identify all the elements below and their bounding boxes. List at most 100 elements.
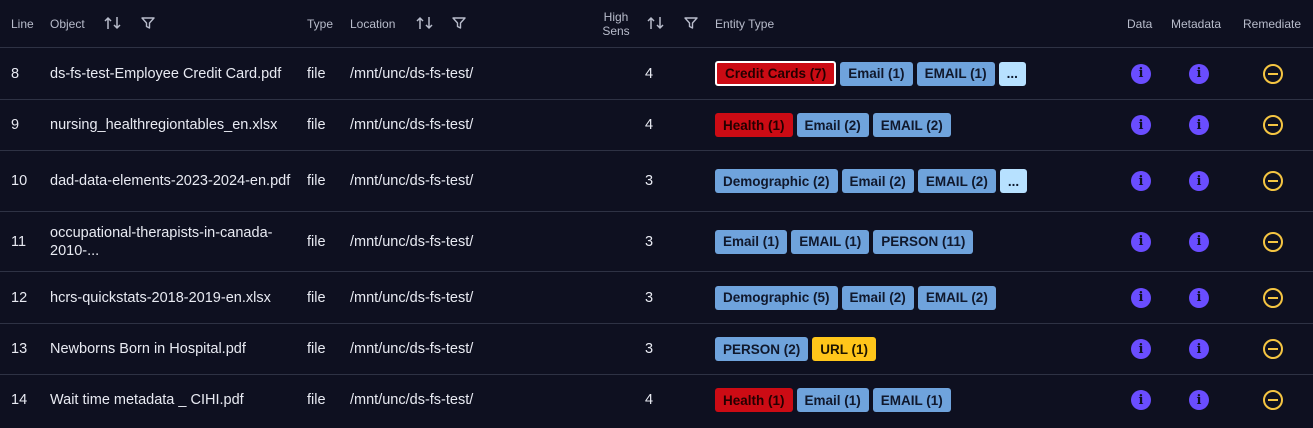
filter-icon[interactable]: [450, 14, 468, 32]
entity-badge[interactable]: Email (2): [796, 113, 869, 137]
row-line-number: 11: [11, 233, 27, 250]
row-type: file: [307, 392, 326, 408]
column-header-high-sens[interactable]: High Sens: [600, 0, 632, 47]
row-object-name[interactable]: Newborns Born in Hospital.pdf: [50, 324, 295, 374]
entity-badge[interactable]: EMAIL (2): [917, 285, 996, 310]
row-type: file: [307, 65, 326, 82]
entity-badge[interactable]: Credit Cards (7): [715, 61, 837, 86]
row-object-name[interactable]: occupational-therapists-in-canada-2010-.…: [50, 212, 295, 271]
row-high-sens: 3: [645, 341, 654, 357]
row-high-sens: 3: [645, 173, 654, 189]
metadata-info-icon[interactable]: i: [1189, 287, 1209, 308]
row-high-sens: 4: [645, 117, 654, 133]
entity-badge[interactable]: Email (2): [841, 169, 914, 193]
data-info-icon[interactable]: i: [1131, 63, 1151, 84]
column-header-type[interactable]: Type: [307, 0, 333, 47]
entity-badges: Email (1) EMAIL (1) PERSON (11): [715, 212, 974, 271]
table-row[interactable]: 9 nursing_healthregiontables_en.xlsx file /…: [0, 99, 1313, 150]
sort-icon[interactable]: [647, 14, 665, 32]
entity-badges: PERSON (2) URL (1): [715, 324, 877, 374]
entity-badge[interactable]: Email (1): [840, 61, 913, 86]
filter-icon[interactable]: [139, 14, 157, 32]
row-object-name[interactable]: dad-data-elements-2023-2024-en.pdf: [50, 151, 295, 211]
remediate-icon[interactable]: [1263, 115, 1283, 135]
entity-badge[interactable]: PERSON (2): [715, 337, 809, 361]
column-header-location[interactable]: Location: [350, 0, 395, 47]
more-entities-button[interactable]: ...: [999, 169, 1028, 193]
remediate-icon[interactable]: [1263, 231, 1283, 252]
table-row[interactable]: 12 hcrs-quickstats-2018-2019-en.xlsx file /…: [0, 271, 1313, 323]
metadata-info-icon[interactable]: i: [1189, 115, 1209, 135]
row-line-number: 10: [11, 173, 28, 189]
row-location: /mnt/unc/ds-fs-test/: [350, 173, 474, 189]
metadata-info-icon[interactable]: i: [1189, 339, 1209, 359]
entity-badge[interactable]: Health (1): [715, 113, 793, 137]
row-type: file: [307, 173, 326, 189]
row-location: /mnt/unc/ds-fs-test/: [350, 65, 474, 82]
data-info-icon[interactable]: i: [1131, 115, 1151, 135]
entity-badge[interactable]: EMAIL (1): [916, 61, 995, 86]
data-info-icon[interactable]: i: [1131, 171, 1151, 191]
table-row[interactable]: 10 dad-data-elements-2023-2024-en.pdf file…: [0, 150, 1313, 211]
table-row[interactable]: 8 ds-fs-test-Employee Credit Card.pdf file…: [0, 47, 1313, 99]
column-header-remediate[interactable]: Remediate: [1243, 0, 1301, 47]
filter-icon[interactable]: [682, 14, 700, 32]
high-sens-label-1: High: [603, 9, 629, 24]
metadata-info-icon[interactable]: i: [1189, 63, 1209, 84]
column-header-data[interactable]: Data: [1127, 0, 1152, 47]
row-high-sens: 4: [645, 392, 654, 408]
data-info-icon[interactable]: i: [1131, 287, 1151, 308]
data-info-icon[interactable]: i: [1131, 231, 1151, 252]
row-line-number: 13: [11, 341, 28, 357]
row-location: /mnt/unc/ds-fs-test/: [350, 117, 474, 133]
entity-badge[interactable]: PERSON (11): [873, 229, 974, 254]
remediate-icon[interactable]: [1263, 390, 1283, 410]
entity-badges: Credit Cards (7) Email (1) EMAIL (1)...: [715, 48, 1026, 99]
row-object-name[interactable]: ds-fs-test-Employee Credit Card.pdf: [50, 48, 295, 99]
column-header-entity-type[interactable]: Entity Type: [715, 0, 774, 47]
row-type: file: [307, 233, 326, 250]
row-object-name[interactable]: nursing_healthregiontables_en.xlsx: [50, 100, 295, 150]
remediate-icon[interactable]: [1263, 287, 1283, 308]
data-info-icon[interactable]: i: [1131, 339, 1151, 359]
remediate-icon[interactable]: [1263, 63, 1283, 84]
table-row[interactable]: 13 Newborns Born in Hospital.pdf file/mnt/…: [0, 323, 1313, 374]
row-location: /mnt/unc/ds-fs-test/: [350, 341, 474, 357]
table-row[interactable]: 14 Wait time metadata _ CIHI.pdf file/mnt/…: [0, 374, 1313, 425]
column-header-object[interactable]: Object: [50, 0, 85, 47]
metadata-info-icon[interactable]: i: [1189, 231, 1209, 252]
entity-badge[interactable]: Email (1): [715, 229, 788, 254]
remediate-icon[interactable]: [1263, 339, 1283, 359]
metadata-info-icon[interactable]: i: [1189, 390, 1209, 410]
row-line-number: 8: [11, 65, 20, 82]
entity-badge[interactable]: URL (1): [812, 337, 877, 361]
entity-badge[interactable]: Email (1): [796, 388, 869, 412]
data-info-icon[interactable]: i: [1131, 390, 1151, 410]
entity-badge[interactable]: EMAIL (2): [872, 113, 951, 137]
metadata-info-icon[interactable]: i: [1189, 171, 1209, 191]
entity-badge[interactable]: EMAIL (1): [872, 388, 951, 412]
row-object-name[interactable]: Wait time metadata _ CIHI.pdf: [50, 375, 295, 425]
entity-badges: Demographic (2) Email (2) EMAIL (2)...: [715, 151, 1028, 211]
row-location: /mnt/unc/ds-fs-test/: [350, 392, 474, 408]
row-location: /mnt/unc/ds-fs-test/: [350, 233, 474, 250]
remediate-icon[interactable]: [1263, 171, 1283, 191]
column-header-metadata[interactable]: Metadata: [1171, 0, 1221, 47]
row-type: file: [307, 289, 326, 306]
entity-badge[interactable]: EMAIL (2): [917, 169, 996, 193]
row-object-name[interactable]: hcrs-quickstats-2018-2019-en.xlsx: [50, 272, 295, 323]
entity-badge[interactable]: Demographic (5): [715, 285, 838, 310]
row-type: file: [307, 117, 326, 133]
entity-badge[interactable]: Email (2): [841, 285, 914, 310]
row-high-sens: 3: [645, 233, 654, 250]
entity-badge[interactable]: Health (1): [715, 388, 793, 412]
sort-icon[interactable]: [104, 14, 122, 32]
column-header-line[interactable]: Line: [11, 0, 34, 47]
entity-badge[interactable]: Demographic (2): [715, 169, 838, 193]
table-row[interactable]: 11 occupational-therapists-in-canada-2010…: [0, 211, 1313, 271]
row-line-number: 14: [11, 392, 28, 408]
more-entities-button[interactable]: ...: [998, 61, 1026, 86]
sort-icon[interactable]: [416, 14, 434, 32]
entity-badge[interactable]: EMAIL (1): [791, 229, 870, 254]
table-header: Line Object Type Location High Sens Enti…: [0, 0, 1313, 47]
